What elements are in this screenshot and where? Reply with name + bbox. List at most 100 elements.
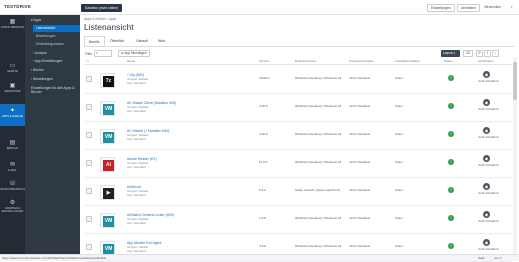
app-version: 1.0.0 [259, 216, 266, 220]
app-org: Org: Standard [127, 165, 146, 169]
side-menu-item-listenansicht[interactable]: Listenansicht [33, 25, 80, 32]
row-checkbox[interactable] [86, 104, 92, 110]
check-icon: ✓ [448, 215, 454, 221]
check-icon: ✓ [448, 243, 454, 249]
tab-bereits[interactable]: Bereits [84, 36, 105, 46]
row-checkbox[interactable] [86, 216, 92, 222]
status-icon[interactable]: ◉ [483, 239, 490, 246]
side-menu-section-app-einstellungen[interactable]: › App-Einstellungen [33, 59, 62, 63]
table-row[interactable]: Ai Adobe Reader (EX) Gruppe: Default Org: S… [84, 150, 512, 178]
table-row[interactable]: VM AirWatch Content Locker (MSI) Gruppe: D… [84, 206, 512, 234]
device-icon: ▭ [9, 63, 16, 69]
status-icon[interactable]: ◉ [483, 127, 490, 134]
rail-item-dashboard[interactable]: ▦ Grafik Berichte [0, 16, 25, 36]
rail-item-email[interactable]: ✉ E-Mail [0, 159, 25, 177]
rail-item-events[interactable]: ▣ Ereignisse [0, 80, 25, 98]
app-thumbnail[interactable]: VM [100, 213, 115, 228]
row-checkbox[interactable] [86, 188, 92, 194]
page-size-select[interactable]: 25 [463, 50, 473, 57]
status-icon[interactable]: ◉ [483, 211, 490, 218]
tab-oeffentlich[interactable]: Öffentlich [106, 36, 128, 46]
browser-status-bar: https://cascer.fromhoistunden.com/AirWat… [0, 254, 519, 261]
top-bar: TESTDRIVE Sandbox (nicht online) Einstel… [0, 0, 519, 15]
app-fetch-status: nicht zutreffend [478, 219, 499, 223]
side-menu-section-analyse[interactable]: › Analyse [33, 51, 47, 55]
page-title: Listenansicht [84, 22, 134, 32]
refresh-icon[interactable]: ⟳ [476, 50, 483, 57]
side-menu-item-bewertungen[interactable]: Bewertungen [33, 33, 80, 40]
column-header-os[interactable]: Betriebssystem [295, 58, 316, 65]
tab-web[interactable]: Web [154, 36, 169, 46]
column-header-version[interactable]: Version [259, 58, 269, 65]
filter-dropdown[interactable]: ▾ [94, 50, 112, 57]
chevron-down-icon[interactable]: ▾ [511, 5, 513, 9]
app-version: 11.0.0 [259, 160, 268, 164]
user-menu[interactable]: Infrastruktur [484, 5, 501, 9]
rail-item-devices[interactable]: ▭ Geräte [0, 60, 25, 78]
app-thumbnail[interactable]: Ai [100, 157, 115, 172]
check-icon: ✓ [448, 75, 454, 81]
app-fetch-status: nicht zutreffend [478, 247, 499, 251]
table-row[interactable]: VM AC Hitachi (+ Mandlen MSI) Gruppe: Defa… [84, 122, 512, 150]
side-menu-apps-header[interactable]: ▾ Apps [31, 18, 41, 22]
row-checkbox[interactable] [86, 76, 92, 82]
tenant-indicator[interactable]: Sandbox (nicht online) [81, 4, 122, 12]
status-icon[interactable]: ◉ [483, 99, 490, 106]
column-header-status[interactable]: Status [444, 58, 453, 65]
breadcrumb[interactable]: Apps & Bücher › Apps [84, 17, 116, 21]
app-icon-glyph: VM [104, 218, 113, 224]
mail-icon: ✉ [9, 162, 16, 168]
check-icon: ✓ [448, 159, 454, 165]
column-header-assignment[interactable]: Zuweisungsstatus [349, 58, 374, 65]
table-row[interactable]: ▶ AirServer Gruppe: Default Org: Standard 5.… [84, 178, 512, 206]
app-assignment-status: nicht zutreffend [349, 188, 371, 192]
app-fetch-status: nicht zutreffend [478, 191, 499, 195]
app-thumbnail[interactable]: ▶ [100, 185, 115, 200]
status-icon[interactable]: ◉ [483, 155, 490, 162]
row-checkbox[interactable] [86, 244, 92, 250]
select-all-checkbox[interactable]: ☐ [86, 58, 89, 65]
app-icon-glyph: Ai [106, 162, 111, 168]
app-install-status: Keine [395, 76, 403, 80]
add-app-button[interactable]: ⊕ App hinzufügen [118, 50, 150, 57]
app-assignment-status: nicht zutreffend [349, 132, 371, 136]
side-menu-section-einstellungen-alle[interactable]: Einstellungen für Alle Apps & Bücher [31, 86, 77, 94]
search-icon[interactable]: ⌕ [492, 50, 499, 57]
app-install-status: Keine [395, 132, 403, 136]
app-thumbnail[interactable]: VM [100, 101, 115, 116]
column-header-fetch-status[interactable]: Abrufstatus [478, 58, 494, 65]
app-thumbnail[interactable]: VM [100, 129, 115, 144]
row-checkbox[interactable] [86, 160, 92, 166]
column-header-install[interactable]: Installationsstatus [395, 58, 420, 65]
filter-label: Filter [85, 52, 93, 56]
app-icon: 7z [103, 76, 114, 87]
app-thumbnail[interactable]: 7z [100, 73, 115, 88]
side-menu: ▾ Apps Listenansicht Bewertungen Einstel… [25, 15, 80, 261]
gear-icon: ⚙ [9, 200, 16, 206]
side-menu-section-buecher[interactable]: › Bücher [31, 68, 44, 72]
table-row[interactable]: VM AC Hitachi Client (Sandbox MSI) Gruppe:… [84, 94, 512, 122]
layout-select[interactable]: Layout ▾ [441, 50, 460, 57]
status-icon[interactable]: ◉ [483, 71, 490, 78]
app-assignment-status: nicht zutreffend [349, 76, 371, 80]
side-menu-item-einstellungsmodus[interactable]: Einstellungsmodus [33, 41, 80, 48]
scrollbar-thumb[interactable] [513, 62, 517, 100]
settings-button[interactable]: Einstellungen [427, 4, 455, 12]
row-checkbox[interactable] [86, 132, 92, 138]
app-install-status: Keine [395, 244, 403, 248]
logout-button[interactable]: Abmelden [457, 4, 480, 12]
events-icon: ▣ [9, 83, 16, 89]
rail-item-telecom[interactable]: ☏ Telekommunikation [0, 178, 29, 196]
tab-gekauft[interactable]: Gekauft [132, 36, 152, 46]
side-menu-section-bestellungen[interactable]: › Bestellungen [31, 77, 53, 81]
rail-item-reports[interactable]: ▤ Bericht [0, 137, 25, 155]
app-install-status: Keine [395, 160, 403, 164]
app-fetch-status: nicht zutreffend [478, 163, 499, 167]
rail-item-settings[interactable]: ⚙ Gruppen & Einstellungen [0, 197, 25, 219]
status-icon[interactable]: ◉ [483, 183, 490, 190]
app-install-status: Keine [395, 188, 403, 192]
rail-item-apps[interactable]: ✦ Apps & Inhalte [0, 104, 25, 126]
column-header-name[interactable]: Name [127, 58, 135, 65]
export-icon[interactable]: ⇩ [484, 50, 491, 57]
table-row[interactable]: 7z 7-Zip (MSI) Gruppe: Default Org: Standar… [84, 66, 512, 94]
